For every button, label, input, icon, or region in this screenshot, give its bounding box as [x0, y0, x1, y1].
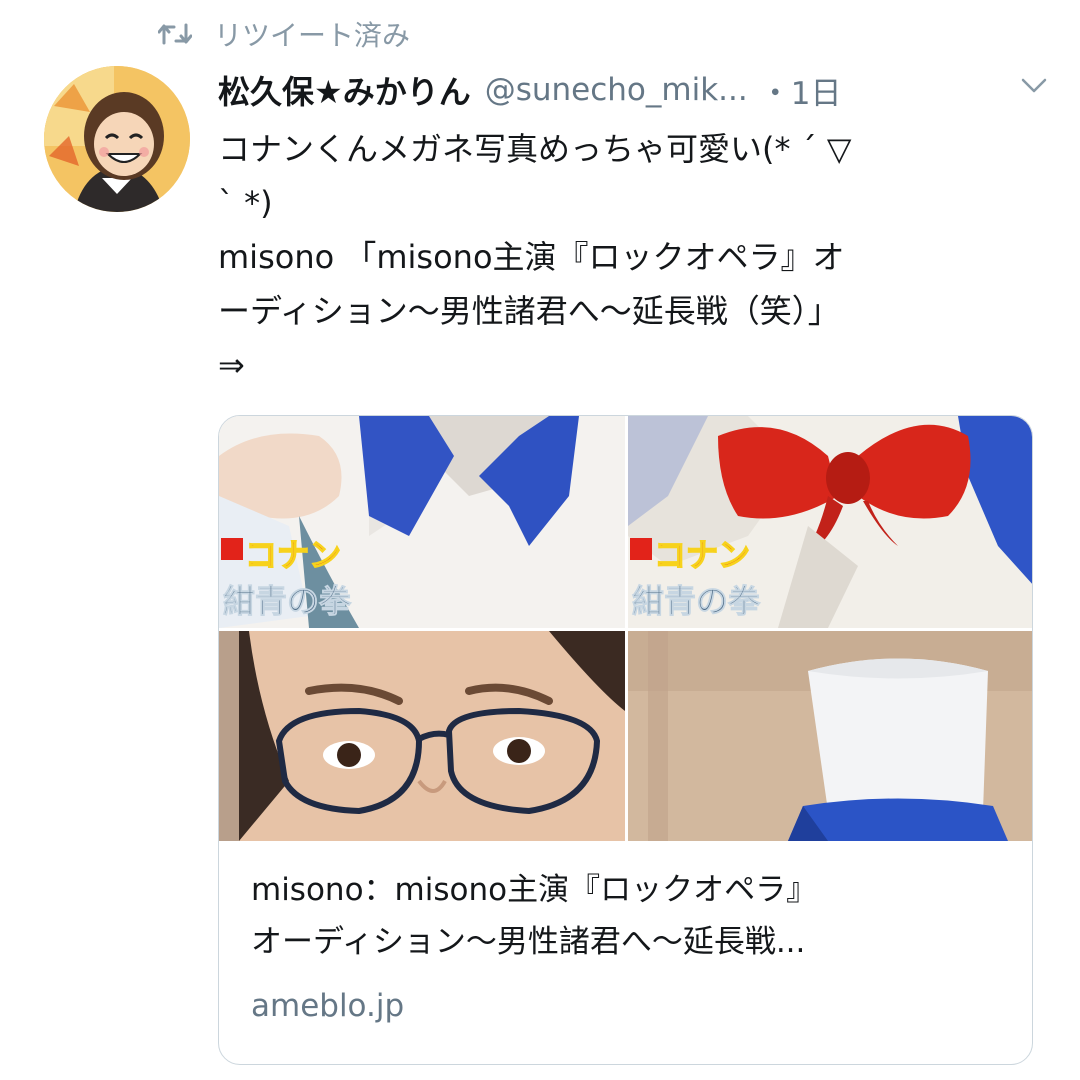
tweet-line: misono 「misono主演『ロックオペラ』オ: [218, 238, 845, 276]
retweet-indicator[interactable]: リツイート済み: [158, 12, 410, 56]
retweet-label: リツイート済み: [214, 19, 411, 52]
tweet-line: ` *): [218, 184, 273, 222]
tweet-line: コナンくんメガネ写真めっちゃ可愛い(* ´ ▽: [218, 130, 852, 168]
svg-text:紺青の拳: 紺青の拳: [223, 582, 352, 620]
card-title-line: オーディション〜男性諸君へ〜延長戦...: [251, 924, 806, 960]
timestamp[interactable]: ・1日: [760, 68, 842, 113]
tweet-header: 松久保★みかりん @sunecho_mik... ・1日: [218, 62, 1048, 118]
svg-text:紺青の拳: 紺青の拳: [632, 582, 761, 620]
link-card[interactable]: コナン 紺青の拳 コナン 紺青の拳 misono：misono主演『ロックオペラ…: [218, 415, 1033, 1065]
card-photo: [628, 631, 1032, 841]
avatar[interactable]: [44, 66, 190, 212]
tweet-screen: リツイート済み 松久保★みかりん @sunecho_mik... ・1日 コナン…: [0, 0, 1080, 1080]
chevron-down-icon[interactable]: [1020, 76, 1048, 100]
svg-text:コナン: コナン: [245, 536, 341, 574]
card-title[interactable]: misono：misono主演『ロックオペラ』 オーディション〜男性諸君へ〜延長…: [251, 864, 1011, 968]
card-photo: [219, 631, 625, 841]
retweet-icon: [158, 21, 192, 47]
card-photo: コナン 紺青の拳: [628, 416, 1032, 628]
user-handle[interactable]: @sunecho_mik...: [485, 72, 748, 108]
media-divider: [219, 628, 1032, 631]
card-title-line: misono：misono主演『ロックオペラ』: [251, 872, 818, 908]
card-domain[interactable]: ameblo.jp: [251, 988, 404, 1024]
tweet-line: ーディション〜男性諸君へ〜延長戦（笑）」: [218, 292, 840, 330]
watermark: [221, 637, 235, 837]
svg-text:コナン: コナン: [654, 536, 750, 574]
card-media-grid[interactable]: コナン 紺青の拳 コナン 紺青の拳: [219, 416, 1032, 841]
display-name[interactable]: 松久保★みかりん: [218, 67, 471, 113]
tweet-line[interactable]: ⇒: [218, 338, 1018, 392]
tweet-text: コナンくんメガネ写真めっちゃ可愛い(* ´ ▽ ` *) misono 「mis…: [218, 122, 1018, 392]
card-photo: コナン 紺青の拳: [219, 416, 625, 628]
